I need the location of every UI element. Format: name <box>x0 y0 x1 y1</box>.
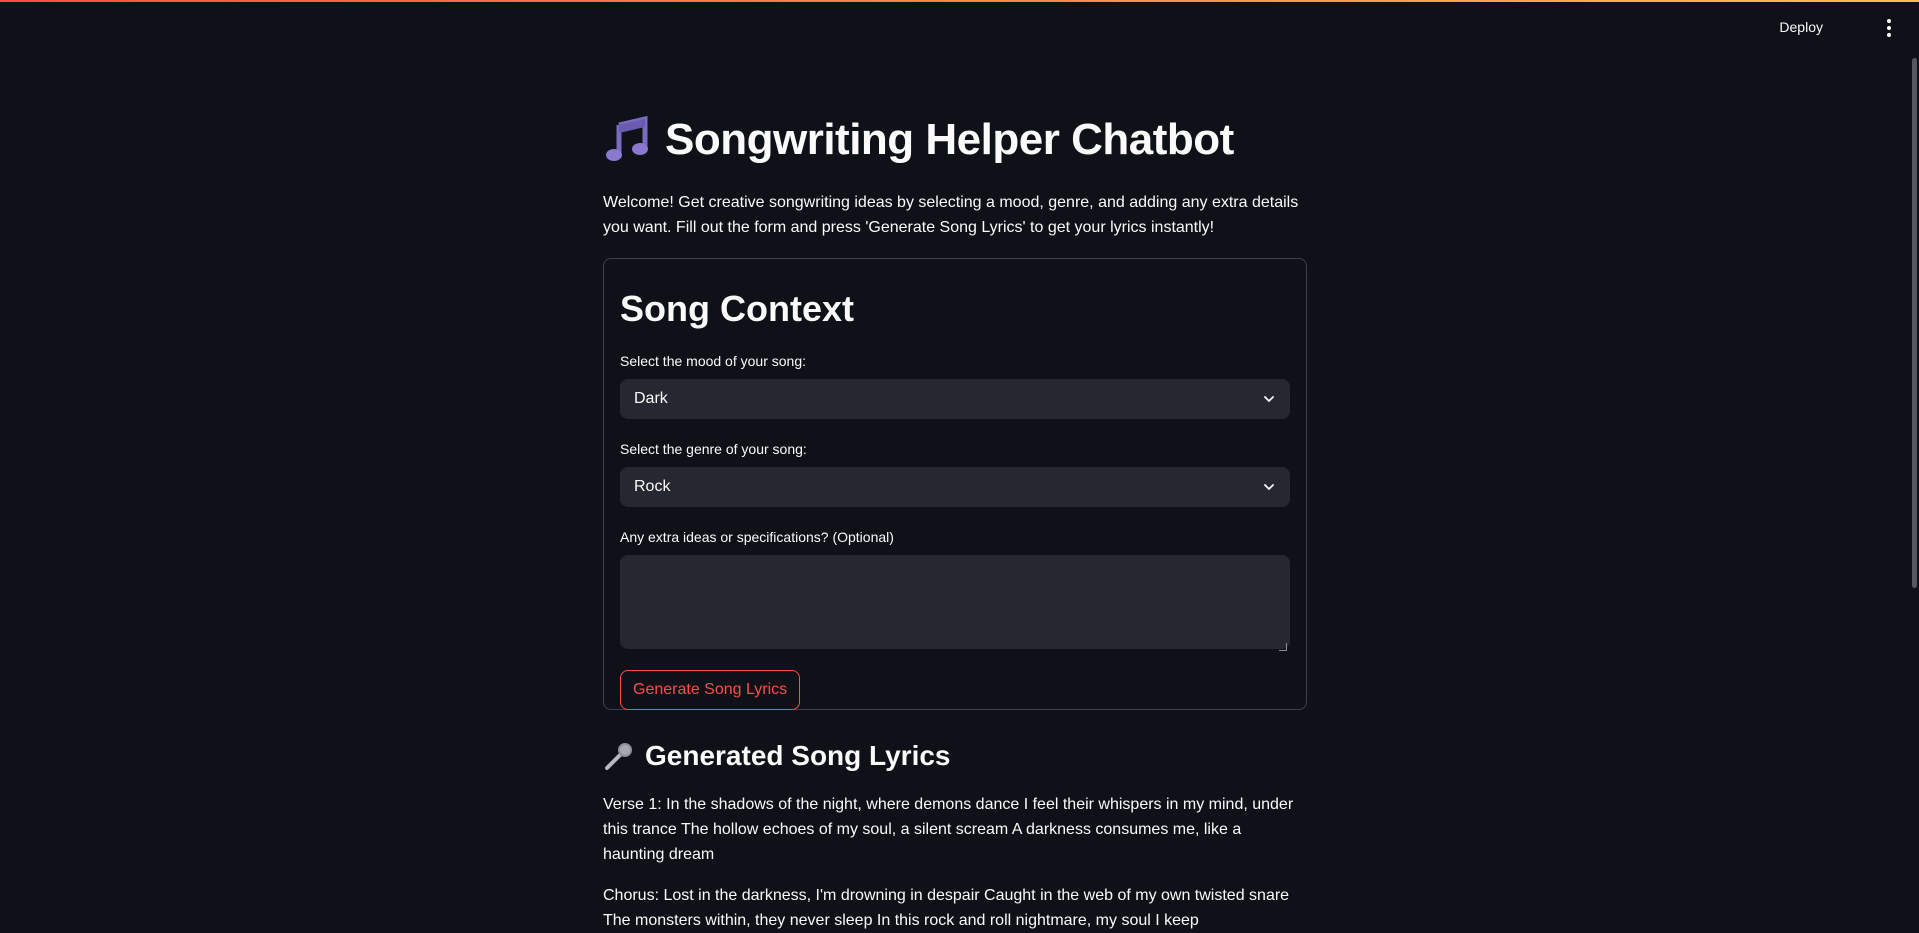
extra-ideas-wrapper <box>620 547 1290 654</box>
microphone-icon <box>605 743 632 770</box>
generate-lyrics-button[interactable]: Generate Song Lyrics <box>620 670 801 710</box>
song-context-form: Song Context Select the mood of your son… <box>603 258 1307 710</box>
mood-selected-value: Dark <box>634 390 668 407</box>
genre-selected-value: Rock <box>634 478 671 495</box>
extra-ideas-textarea[interactable] <box>620 555 1290 649</box>
scrollbar[interactable] <box>1911 58 1919 588</box>
main-content: Songwriting Helper Chatbot Welcome! Get … <box>603 110 1307 933</box>
page-title-text: Songwriting Helper Chatbot <box>665 115 1234 164</box>
intro-text: Welcome! Get creative songwriting ideas … <box>603 194 1299 236</box>
form-title: Song Context <box>620 288 854 329</box>
genre-label: Select the genre of your song: <box>620 441 807 457</box>
chevron-down-icon <box>1264 396 1274 402</box>
lyrics-title-text: Generated Song Lyrics <box>645 740 951 771</box>
mood-label: Select the mood of your song: <box>620 353 806 369</box>
mood-select[interactable]: Dark <box>620 379 1290 419</box>
app-header: Deploy <box>0 2 1919 58</box>
musical-notes-icon <box>606 115 648 161</box>
more-vert-icon[interactable] <box>1881 16 1897 40</box>
scrollbar-thumb[interactable] <box>1912 58 1917 588</box>
lyrics-paragraph: Verse 1: In the shadows of the night, wh… <box>603 796 1294 863</box>
chevron-down-icon <box>1264 484 1274 490</box>
resize-handle[interactable] <box>1279 643 1287 651</box>
extra-ideas-label: Any extra ideas or specifications? (Opti… <box>620 529 894 545</box>
lyrics-paragraph: Chorus: Lost in the darkness, I'm drowni… <box>603 887 1290 929</box>
page-title: Songwriting Helper Chatbot <box>603 110 1307 170</box>
genre-select[interactable]: Rock <box>620 467 1290 507</box>
lyrics-section-title: Generated Song Lyrics <box>603 738 1307 774</box>
deploy-button[interactable]: Deploy <box>1779 19 1823 35</box>
